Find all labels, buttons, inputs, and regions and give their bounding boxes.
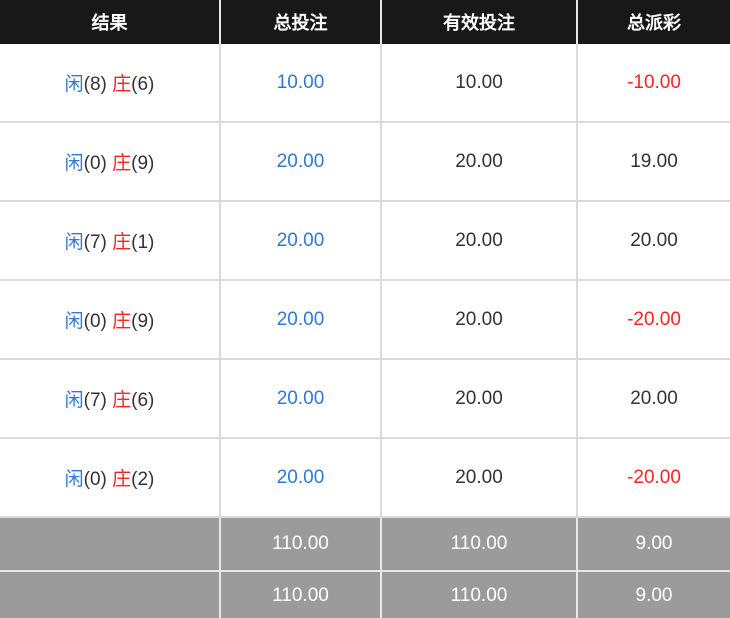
table-header: 结果 总投注 有效投注 总派彩 — [0, 0, 730, 44]
subtotal-label — [0, 517, 220, 572]
player-score: (8) — [83, 74, 107, 95]
player-score: (7) — [83, 232, 107, 253]
result-cell: 闲(7) 庄(6) — [0, 359, 220, 439]
header-valid-bet: 有效投注 — [380, 0, 577, 44]
player-label: 闲 — [64, 390, 84, 411]
subtotal-total-bet: 110.00 — [219, 517, 381, 572]
table-row: 闲(0) 庄(2) 20.00 20.00 -20.00 — [0, 438, 730, 518]
banker-label: 庄 — [112, 153, 132, 174]
table-row: 闲(8) 庄(6) 10.00 10.00 -10.00 — [0, 44, 730, 123]
table-row: 闲(7) 庄(6) 20.00 20.00 20.00 — [0, 359, 730, 439]
banker-label: 庄 — [112, 390, 132, 411]
banker-score: (6) — [131, 390, 155, 411]
header-result: 结果 — [0, 0, 220, 44]
header-row: 结果 总投注 有效投注 总派彩 — [0, 0, 730, 44]
valid-bet-cell: 20.00 — [380, 280, 577, 360]
total-valid-bet: 110.00 — [380, 571, 577, 618]
payout-cell: -20.00 — [576, 280, 730, 360]
player-score: (0) — [83, 469, 107, 490]
total-bet-cell: 10.00 — [219, 44, 381, 123]
header-total-bet: 总投注 — [219, 0, 381, 44]
table-body: 闲(8) 庄(6) 10.00 10.00 -10.00 闲(0) 庄(9) 2… — [0, 44, 730, 518]
banker-label: 庄 — [112, 311, 132, 332]
bet-history-table: 结果 总投注 有效投注 总派彩 闲(8) 庄(6) 10.00 10.00 -1… — [0, 0, 730, 618]
payout-cell: 19.00 — [576, 122, 730, 202]
subtotal-valid-bet: 110.00 — [380, 517, 577, 572]
result-cell: 闲(0) 庄(2) — [0, 438, 220, 518]
player-score: (0) — [83, 153, 107, 174]
total-bet-cell: 20.00 — [219, 201, 381, 281]
total-payout: 9.00 — [576, 571, 730, 618]
result-cell: 闲(0) 庄(9) — [0, 122, 220, 202]
total-total-bet: 110.00 — [219, 571, 381, 618]
banker-score: (1) — [131, 232, 155, 253]
table-row: 闲(0) 庄(9) 20.00 20.00 -20.00 — [0, 280, 730, 360]
player-label: 闲 — [64, 311, 84, 332]
subtotal-payout: 9.00 — [576, 517, 730, 572]
payout-cell: -10.00 — [576, 44, 730, 123]
valid-bet-cell: 20.00 — [380, 359, 577, 439]
player-label: 闲 — [64, 74, 84, 95]
banker-label: 庄 — [112, 232, 132, 253]
valid-bet-cell: 20.00 — [380, 438, 577, 518]
table-footer: 110.00 110.00 9.00 110.00 110.00 9.00 — [0, 517, 730, 618]
payout-cell: 20.00 — [576, 359, 730, 439]
banker-score: (6) — [131, 74, 155, 95]
valid-bet-cell: 20.00 — [380, 122, 577, 202]
player-label: 闲 — [64, 232, 84, 253]
valid-bet-cell: 20.00 — [380, 201, 577, 281]
payout-cell: -20.00 — [576, 438, 730, 518]
subtotal-row: 110.00 110.00 9.00 — [0, 517, 730, 572]
player-label: 闲 — [64, 153, 84, 174]
total-bet-cell: 20.00 — [219, 438, 381, 518]
banker-score: (2) — [131, 469, 155, 490]
banker-score: (9) — [131, 153, 155, 174]
total-row: 110.00 110.00 9.00 — [0, 571, 730, 618]
valid-bet-cell: 10.00 — [380, 44, 577, 123]
banker-score: (9) — [131, 311, 155, 332]
payout-cell: 20.00 — [576, 201, 730, 281]
total-label — [0, 571, 220, 618]
result-cell: 闲(7) 庄(1) — [0, 201, 220, 281]
total-bet-cell: 20.00 — [219, 359, 381, 439]
player-score: (0) — [83, 311, 107, 332]
header-total-payout: 总派彩 — [576, 0, 730, 44]
player-score: (7) — [83, 390, 107, 411]
total-bet-cell: 20.00 — [219, 122, 381, 202]
total-bet-cell: 20.00 — [219, 280, 381, 360]
table-row: 闲(7) 庄(1) 20.00 20.00 20.00 — [0, 201, 730, 281]
result-cell: 闲(8) 庄(6) — [0, 44, 220, 123]
result-cell: 闲(0) 庄(9) — [0, 280, 220, 360]
table-row: 闲(0) 庄(9) 20.00 20.00 19.00 — [0, 122, 730, 202]
player-label: 闲 — [64, 469, 84, 490]
banker-label: 庄 — [112, 74, 132, 95]
banker-label: 庄 — [112, 469, 132, 490]
